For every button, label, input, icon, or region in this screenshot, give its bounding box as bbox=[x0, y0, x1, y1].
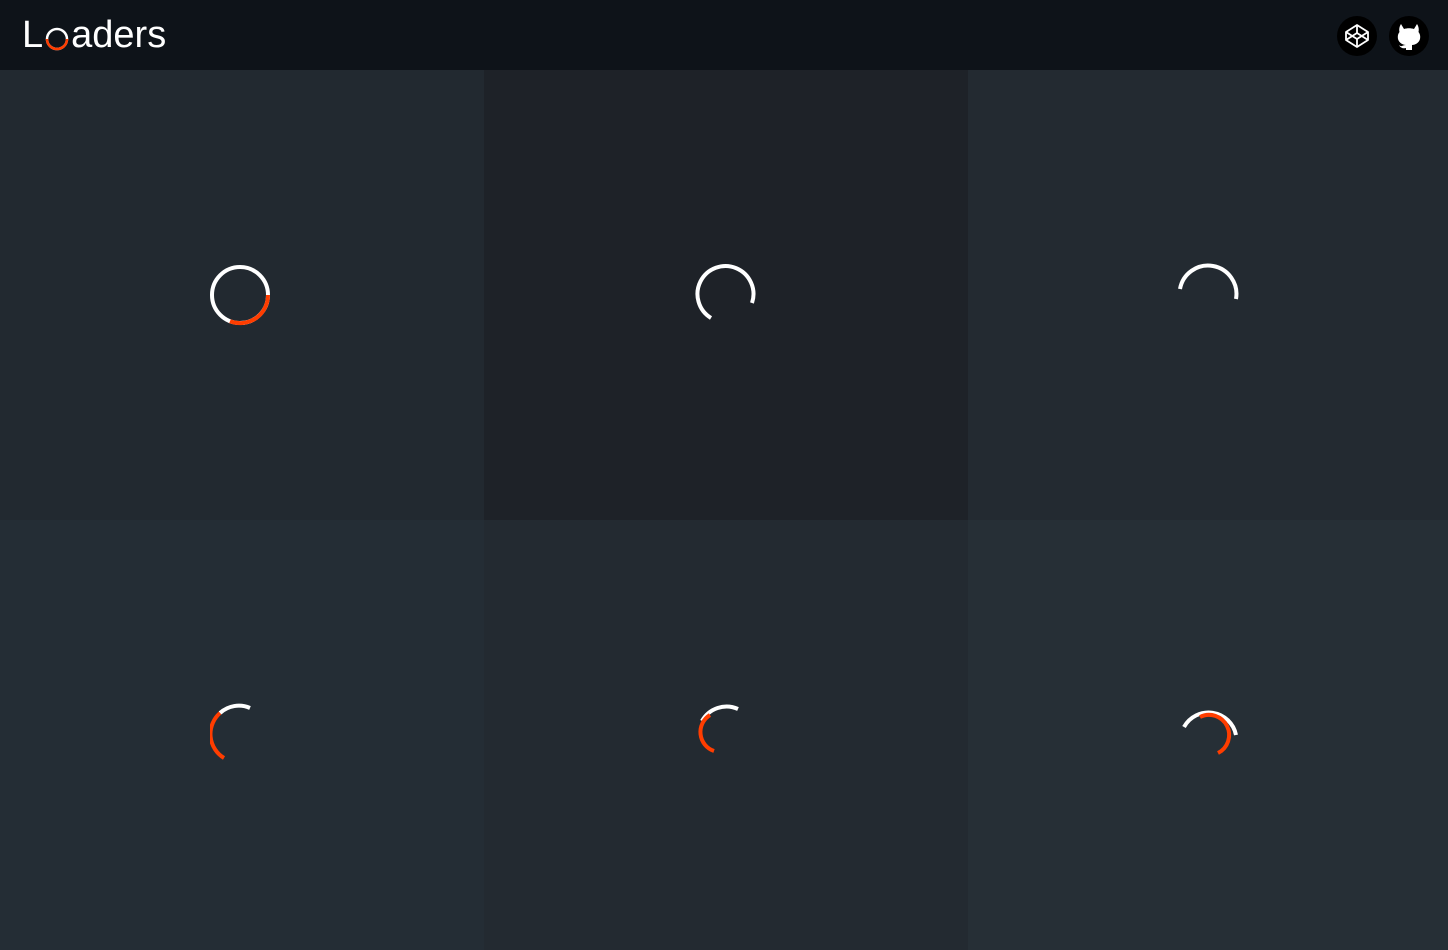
loader-tile-3 bbox=[968, 70, 1448, 520]
loader-tile-6 bbox=[968, 520, 1448, 950]
codepen-link[interactable] bbox=[1337, 16, 1377, 56]
loader-tile-5 bbox=[484, 520, 968, 950]
loader-6-spinner bbox=[1182, 710, 1238, 755]
loader-tile-2 bbox=[484, 70, 968, 520]
loader-1-spinner bbox=[210, 265, 271, 326]
loader-tile-1 bbox=[0, 70, 484, 520]
loader-5-spinner bbox=[698, 704, 739, 753]
github-link[interactable] bbox=[1389, 16, 1429, 56]
loader-3-spinner bbox=[1178, 263, 1239, 300]
codepen-icon bbox=[1345, 24, 1369, 48]
site-logo[interactable]: L aders bbox=[22, 12, 166, 58]
loader-grid bbox=[0, 70, 1448, 950]
github-icon bbox=[1397, 24, 1421, 50]
logo-text-start: L bbox=[22, 14, 44, 56]
logo-text-end: aders bbox=[71, 14, 167, 56]
logo-spinner-icon bbox=[44, 26, 70, 52]
top-bar: L aders bbox=[0, 0, 1448, 70]
loader-2-spinner bbox=[695, 264, 756, 320]
loader-tile-4 bbox=[0, 520, 484, 950]
loader-4-spinner bbox=[210, 703, 251, 760]
